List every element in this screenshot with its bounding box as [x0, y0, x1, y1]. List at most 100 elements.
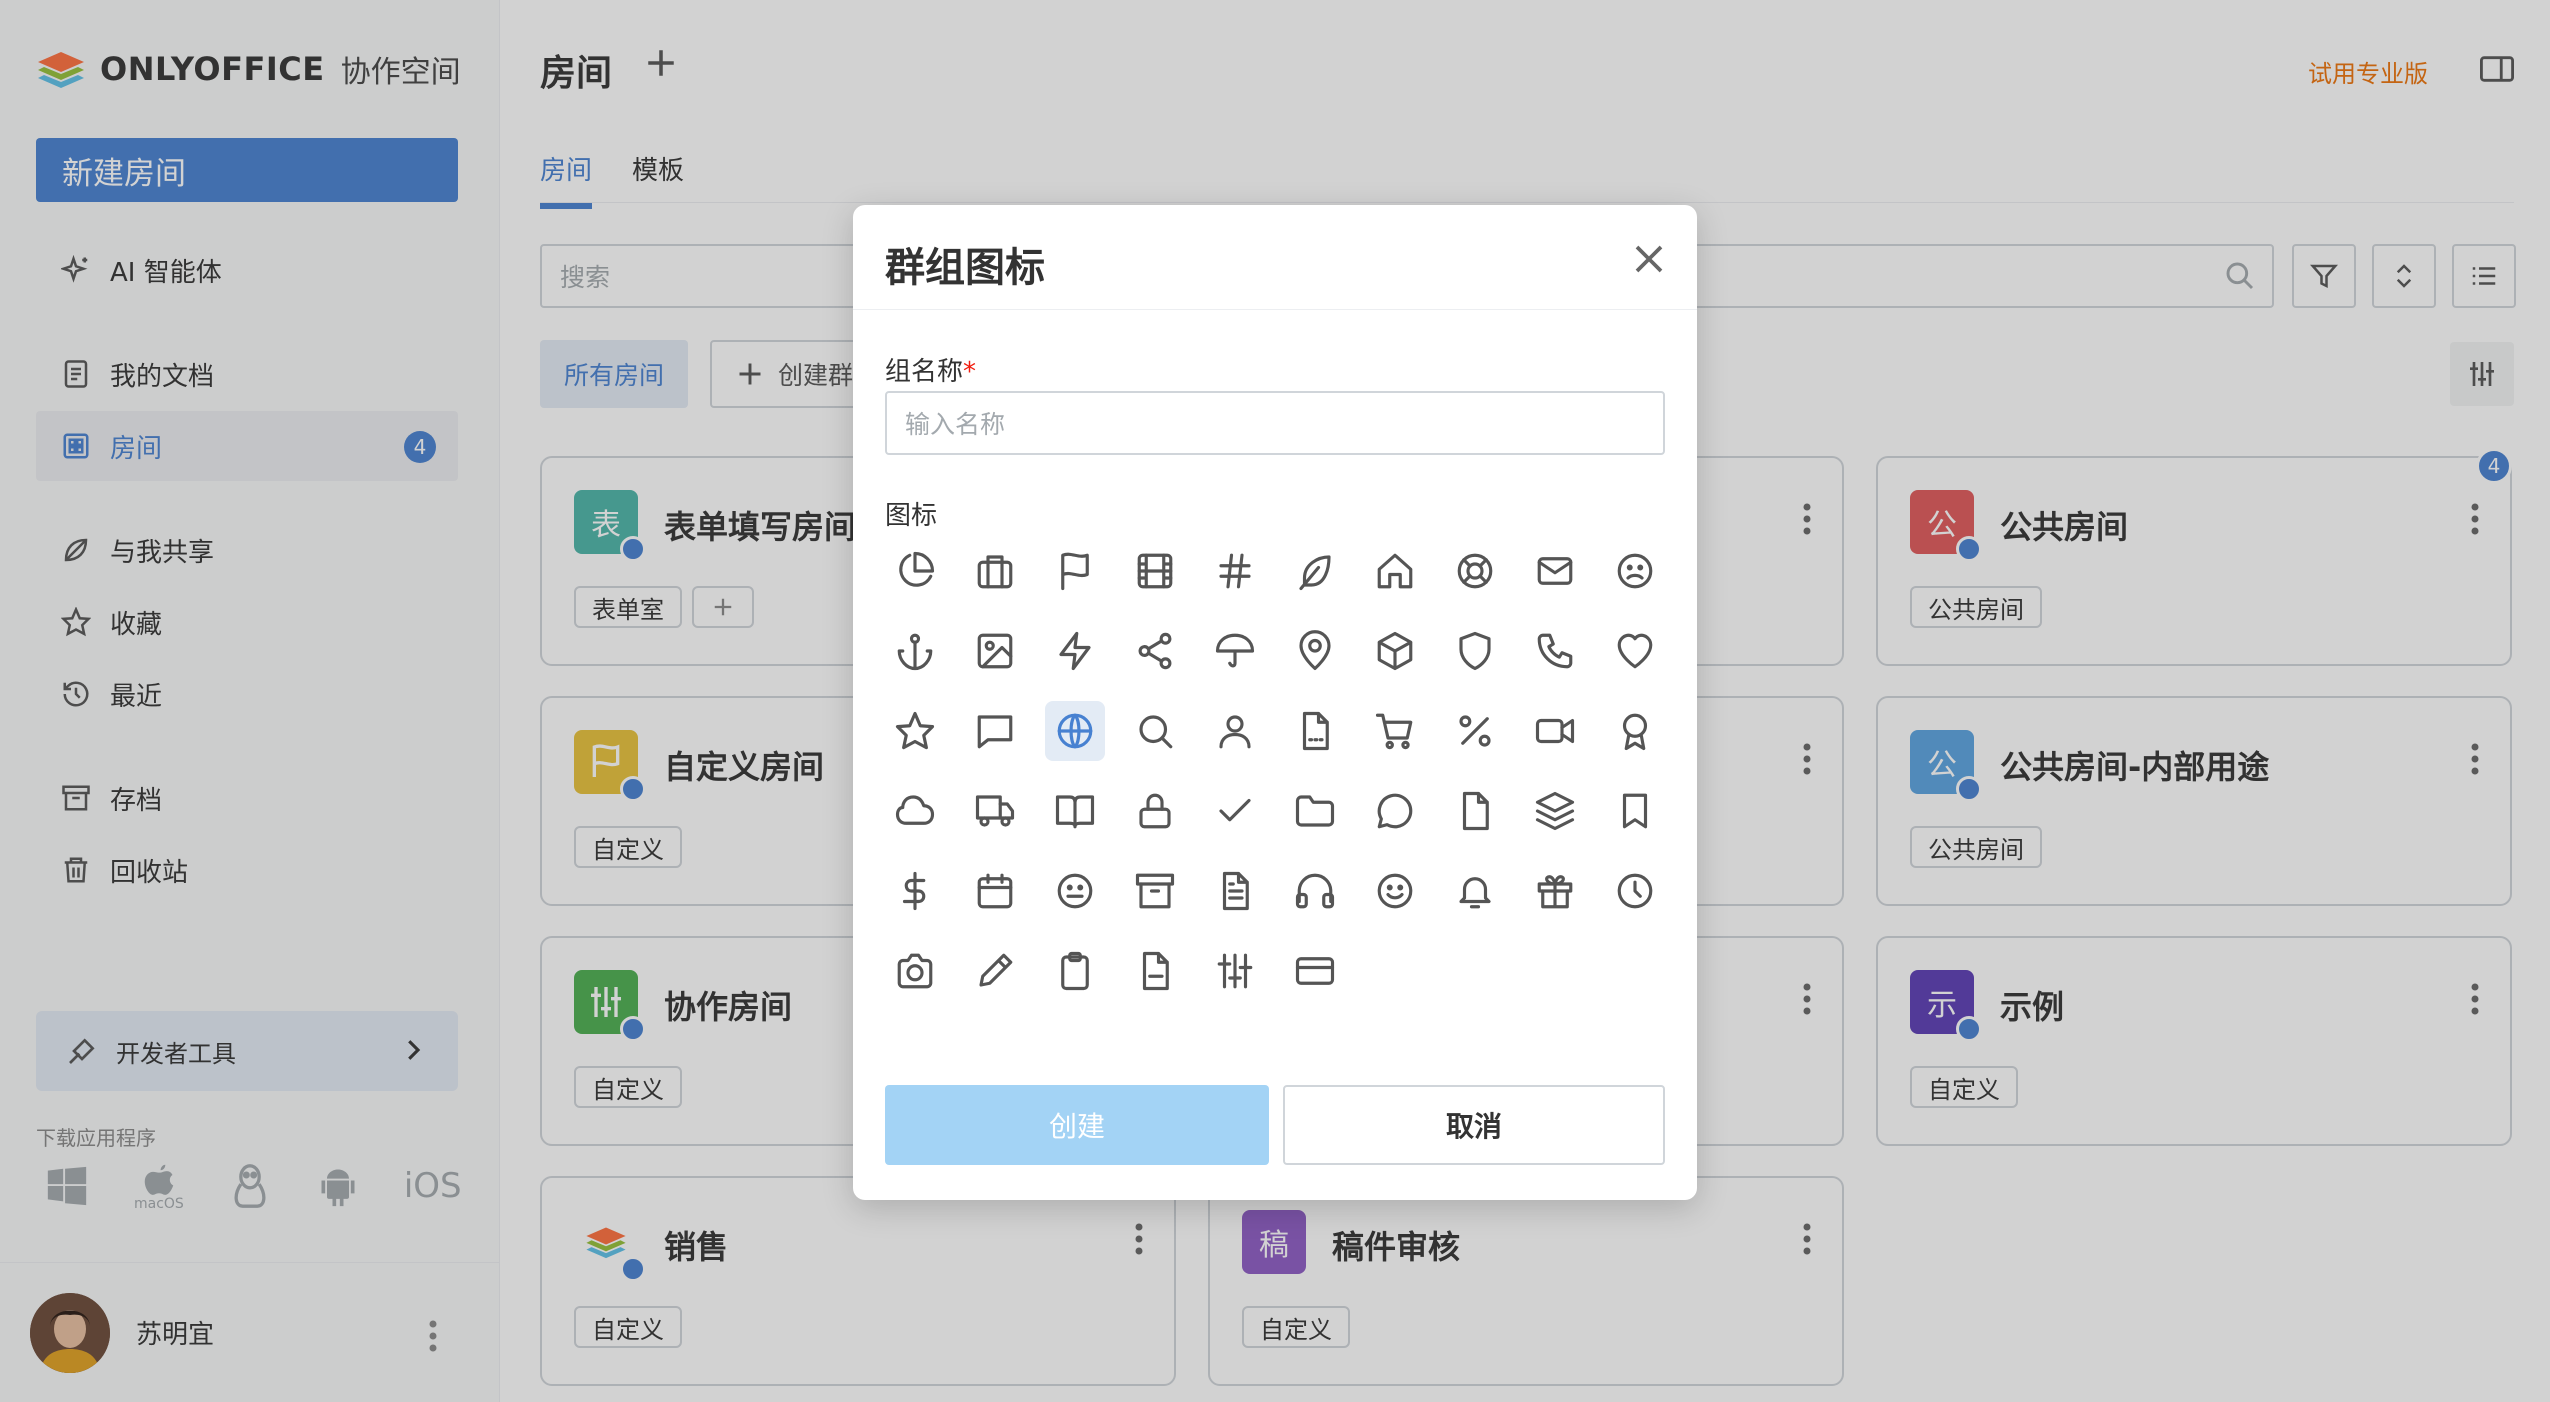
group-name-input[interactable]: 输入名称 [885, 391, 1665, 455]
message-square-icon [977, 715, 1013, 749]
feather-icon [1299, 555, 1331, 591]
globe-icon [1057, 713, 1093, 749]
icon-option-camera[interactable] [885, 941, 945, 1001]
umbrella-icon [1215, 633, 1255, 668]
icon-option-sliders[interactable] [1205, 941, 1265, 1001]
bell-icon [1459, 877, 1491, 909]
icon-option-award[interactable] [1605, 701, 1665, 761]
sliders-icon [1217, 953, 1253, 989]
video-icon [1535, 718, 1575, 744]
icon-option-bookmark[interactable] [1605, 781, 1665, 841]
icons-label: 图标 [885, 501, 938, 531]
icon-option-feather[interactable] [1285, 541, 1345, 601]
cancel-button[interactable]: 取消 [1283, 1085, 1665, 1165]
percent-icon [1459, 715, 1491, 747]
credit-card-icon [1295, 957, 1335, 985]
bookmark-icon [1622, 793, 1648, 829]
smile-icon [1377, 873, 1413, 909]
icon-option-folder[interactable] [1285, 781, 1345, 841]
icon-option-truck[interactable] [965, 781, 1025, 841]
award-icon [1622, 713, 1648, 751]
icon-option-video[interactable] [1525, 701, 1585, 761]
star-icon [895, 711, 935, 750]
icon-option-shopping-cart[interactable] [1365, 701, 1425, 761]
cloud-icon [895, 795, 935, 825]
clock-icon [1617, 873, 1653, 909]
home-icon [1377, 553, 1413, 589]
icon-option-search[interactable] [1125, 701, 1185, 761]
icon-option-calendar[interactable] [965, 861, 1025, 921]
icon-option-lock[interactable] [1125, 781, 1185, 841]
icon-option-file-minus[interactable] [1125, 941, 1185, 1001]
map-pin-icon [1299, 630, 1331, 671]
clipboard-icon [1061, 951, 1089, 991]
icon-option-bell[interactable] [1445, 861, 1505, 921]
icon-option-globe[interactable] [1045, 701, 1105, 761]
group-name-label-text: 组名称 [885, 357, 964, 387]
icon-option-file-text[interactable] [1205, 861, 1265, 921]
icon-option-briefcase[interactable] [965, 541, 1025, 601]
file-text-icon [1222, 871, 1249, 911]
icon-option-dollar[interactable] [885, 861, 945, 921]
file-icon [1302, 711, 1329, 751]
icon-option-smile[interactable] [1365, 861, 1425, 921]
icon-option-image[interactable] [965, 621, 1025, 681]
flag-icon [1061, 552, 1089, 591]
icon-option-life-buoy[interactable] [1445, 541, 1505, 601]
icon-option-cloud[interactable] [885, 781, 945, 841]
mail-icon [1537, 557, 1573, 585]
icon-option-anchor[interactable] [885, 621, 945, 681]
shopping-cart-icon [1375, 713, 1413, 750]
create-button[interactable]: 创建 [885, 1085, 1269, 1165]
icon-option-layers[interactable] [1525, 781, 1585, 841]
box-icon [1377, 631, 1413, 671]
icon-option-star[interactable] [885, 701, 945, 761]
life-buoy-icon [1457, 553, 1493, 589]
icon-option-home[interactable] [1365, 541, 1425, 601]
icon-option-clipboard[interactable] [1045, 941, 1105, 1001]
icon-option-archive[interactable] [1125, 861, 1185, 921]
icon-option-meh[interactable] [1045, 861, 1105, 921]
share-icon [1138, 632, 1172, 670]
icon-option-mail[interactable] [1525, 541, 1585, 601]
heart-icon [1617, 633, 1653, 669]
icon-option-phone[interactable] [1525, 621, 1585, 681]
lock-icon [1139, 793, 1171, 829]
icon-option-credit-card[interactable] [1285, 941, 1345, 1001]
icon-option-film[interactable] [1125, 541, 1185, 601]
camera-icon [897, 953, 933, 989]
icon-option-user[interactable] [1205, 701, 1265, 761]
icon-option-percent[interactable] [1445, 701, 1505, 761]
layers-icon [1535, 791, 1575, 831]
icon-option-umbrella[interactable] [1205, 621, 1265, 681]
icon-option-message-circle[interactable] [1365, 781, 1425, 841]
icon-option-book-open[interactable] [1045, 781, 1105, 841]
icon-option-message-square[interactable] [965, 701, 1025, 761]
icon-option-clock[interactable] [1605, 861, 1665, 921]
icon-option-share[interactable] [1125, 621, 1185, 681]
icon-option-flag[interactable] [1045, 541, 1105, 601]
group-name-placeholder: 输入名称 [905, 410, 1006, 439]
archive-icon [1135, 873, 1175, 909]
message-circle-icon [1377, 793, 1413, 829]
icon-option-heart[interactable] [1605, 621, 1665, 681]
dialog-title: 群组图标 [885, 245, 1045, 291]
icon-option-zap[interactable] [1045, 621, 1105, 681]
required-mark: * [963, 357, 977, 387]
icon-option-frown[interactable] [1605, 541, 1665, 601]
icon-option-box[interactable] [1365, 621, 1425, 681]
icon-option-shield[interactable] [1445, 621, 1505, 681]
icon-option-hash[interactable] [1205, 541, 1265, 601]
icon-option-edit[interactable] [965, 941, 1025, 1001]
icon-option-file-blank[interactable] [1445, 781, 1505, 841]
icon-option-check[interactable] [1205, 781, 1265, 841]
icon-option-gift[interactable] [1525, 861, 1585, 921]
icon-option-headphones[interactable] [1285, 861, 1345, 921]
headphones-icon [1295, 873, 1335, 909]
icon-option-map-pin[interactable] [1285, 621, 1345, 681]
icon-option-pie-chart[interactable] [885, 541, 945, 601]
icon-picker-grid [885, 541, 1685, 1001]
icon-option-file[interactable] [1285, 701, 1345, 761]
user-icon [1219, 715, 1251, 749]
close-icon[interactable] [1631, 241, 1667, 277]
